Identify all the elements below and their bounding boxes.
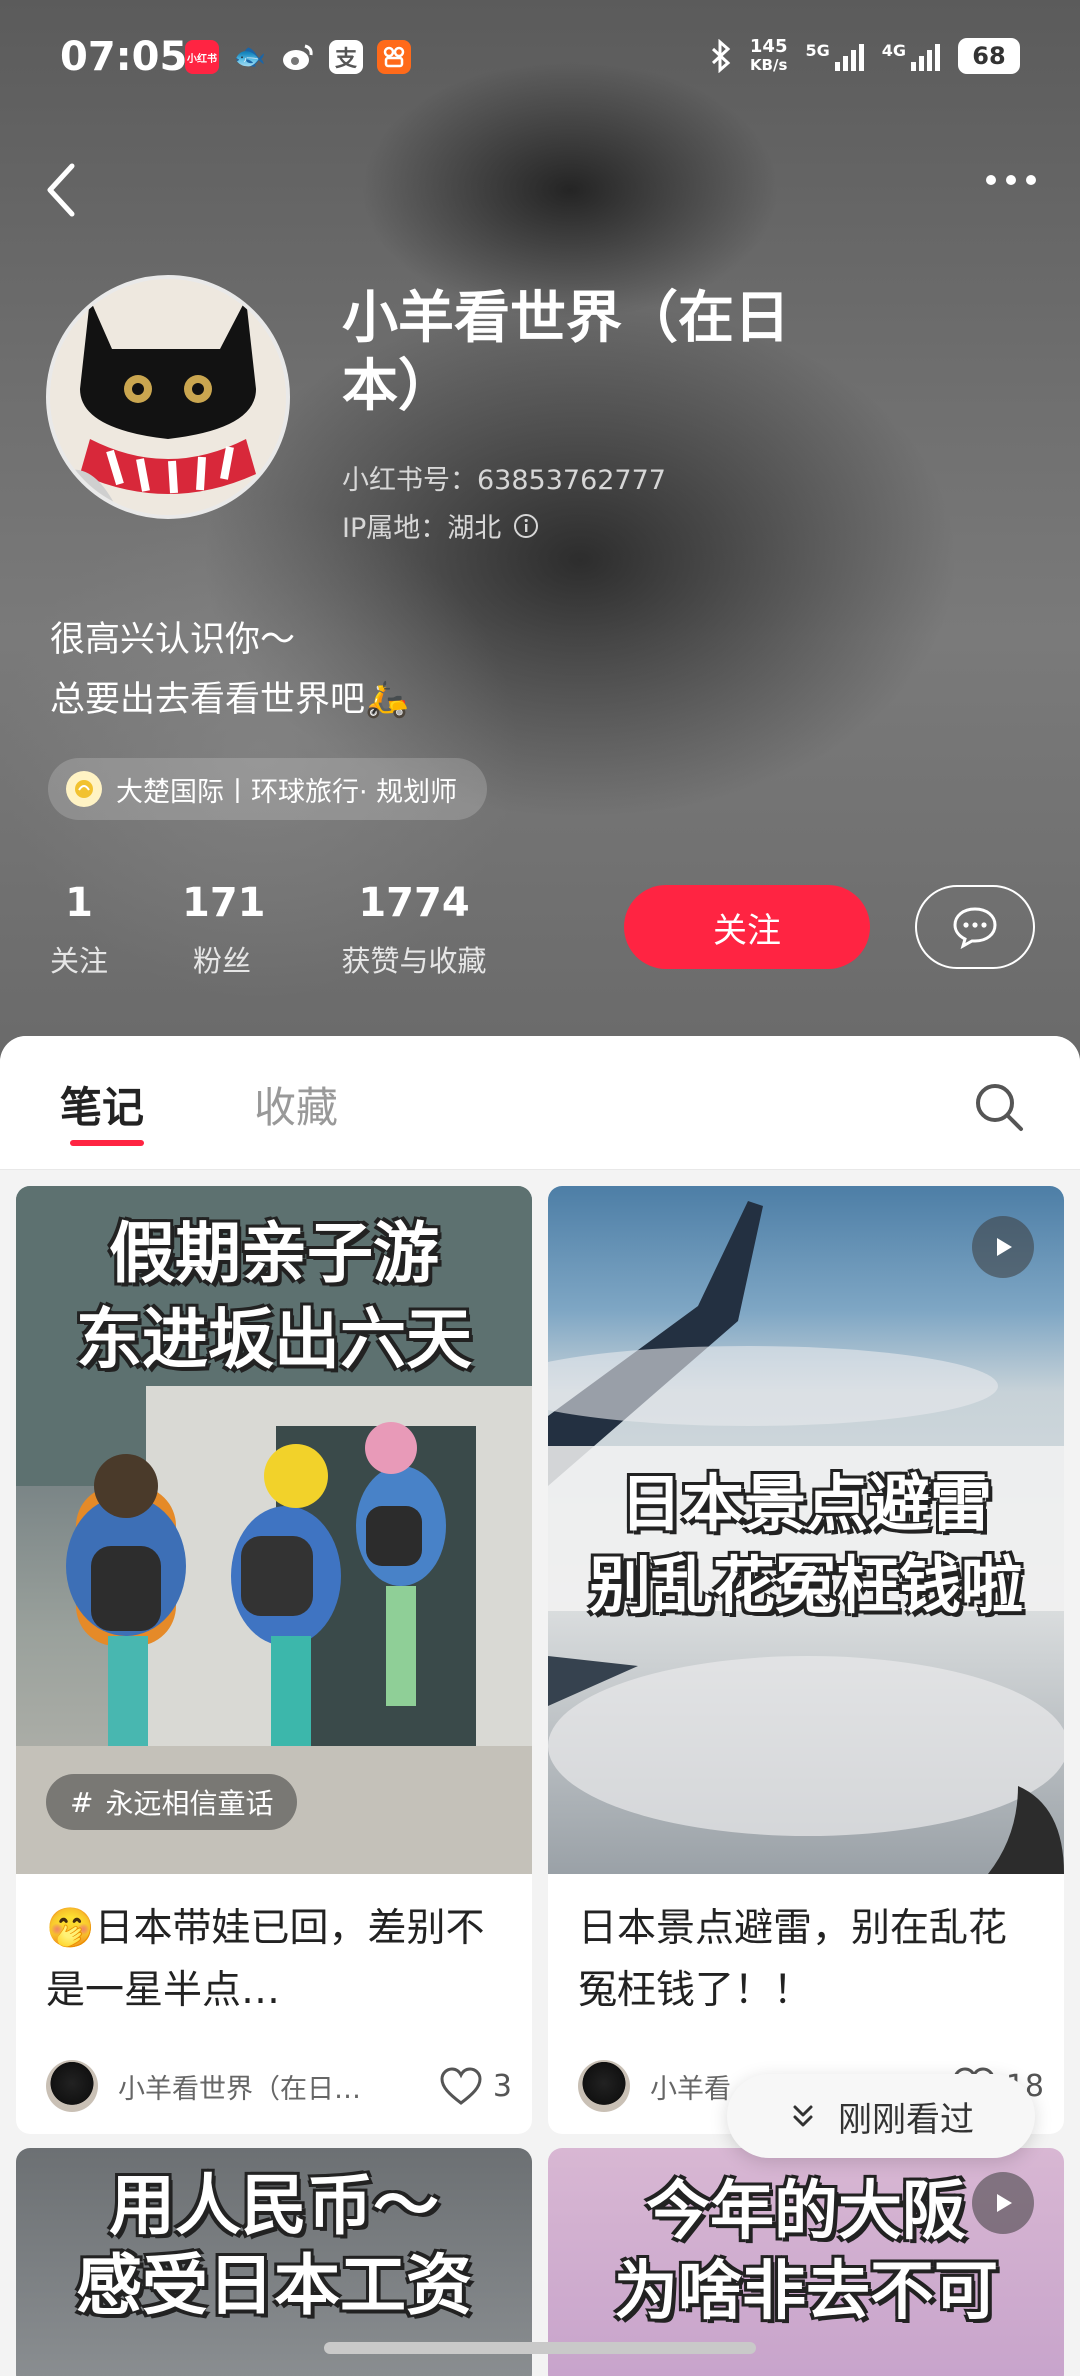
tab-collections[interactable]: 收藏 [254, 1074, 338, 1135]
author-avatar[interactable] [46, 2060, 98, 2112]
more-options-button[interactable] [986, 175, 1036, 185]
following-count: 1 [65, 880, 93, 926]
cover-headline-line: 别乱花冤枉钱啦 [588, 1549, 1023, 1622]
battery-indicator: 68 [958, 38, 1020, 74]
profile-name: 小羊看世界（在日本） [342, 286, 790, 419]
following-label: 关注 [49, 944, 108, 978]
chat-bubble-icon [953, 907, 997, 949]
cover-headline-line: 日本景点避雷 [619, 1467, 992, 1540]
ip-location-text: IP属地：湖北 [342, 513, 502, 544]
profile-tag[interactable]: 大楚国际丨环球旅行· 规划师 [48, 758, 488, 820]
signal-4g-label: 4G [881, 41, 906, 60]
cover-headline-line: 感受日本工资 [76, 2247, 472, 2324]
more-dot-icon [1026, 175, 1036, 185]
chevron-left-icon [47, 163, 75, 217]
stat-likes-collections[interactable]: 1774 获赞与收藏 [326, 880, 502, 980]
cover-headline-line: 为啥非去不可 [614, 2255, 998, 2329]
play-icon [997, 2194, 1012, 2212]
red-id: 小红书号：63853762777 [342, 465, 666, 496]
stat-followers[interactable]: 171 粉丝 [182, 880, 266, 980]
notification-icons: 小红书 🐟 支 [185, 40, 411, 74]
note-hashtag[interactable]: # 永远相信童话 [46, 1774, 298, 1830]
tab-notes[interactable]: 笔记 [60, 1074, 144, 1135]
note-card[interactable]: 假期亲子游 东进坂出六天 # 永远相信童话 🤭日本带娃已回，差别不是一星半点… … [16, 1186, 532, 2134]
follow-button[interactable]: 关注 [624, 885, 870, 969]
profile-tabs: 笔记 收藏 [0, 1036, 1080, 1170]
home-indicator[interactable] [324, 2342, 756, 2354]
more-dot-icon [986, 175, 996, 185]
video-play-button[interactable] [972, 2172, 1034, 2234]
like-button[interactable]: 3 [439, 2066, 512, 2106]
search-icon[interactable] [972, 1080, 1026, 1134]
avatar[interactable] [46, 275, 290, 519]
author-name[interactable]: 小羊看世界（在日… [118, 2067, 429, 2106]
active-tab-indicator [70, 1140, 144, 1146]
author-avatar[interactable] [578, 2060, 630, 2112]
recently-viewed-button[interactable]: 刚刚看过 [727, 2074, 1035, 2158]
cover-headline-line: 用人民币～ [109, 2167, 439, 2244]
status-time: 07:05 [60, 34, 188, 80]
signal-5g-icon: 5G [805, 41, 864, 71]
ip-location: IP属地：湖北 [342, 506, 539, 545]
heart-icon [440, 2067, 482, 2105]
tag-label: 大楚国际丨环球旅行· 规划师 [116, 776, 458, 808]
note-cover-image: 假期亲子游 东进坂出六天 # 永远相信童话 [16, 1186, 532, 1874]
profile-header-background [0, 0, 1080, 1060]
recently-viewed-label: 刚刚看过 [838, 2099, 974, 2140]
xiaohongshu-icon: 小红书 [185, 40, 219, 74]
note-title: 🤭日本带娃已回，差别不是一星半点… [46, 1906, 485, 2013]
status-bar: 07:05 小红书 🐟 支 145 KB/s 5G 4G 68 [0, 0, 1080, 120]
cover-headline-line: 假期亲子游 [109, 1215, 439, 1292]
message-button[interactable] [915, 885, 1035, 969]
alipay-icon: 支 [329, 40, 363, 74]
likes-collections-label: 获赞与收藏 [341, 944, 487, 978]
more-dot-icon [1006, 175, 1016, 185]
play-icon [997, 1238, 1012, 1256]
video-play-button[interactable] [972, 1216, 1034, 1278]
black-cat-avatar-image [50, 279, 286, 515]
status-indicators: 145 KB/s 5G 4G 68 [710, 38, 1020, 74]
note-cover-image: 日本景点避雷 别乱花冤枉钱啦 [548, 1186, 1064, 1874]
followers-label: 粉丝 [192, 944, 251, 978]
cover-headline-line: 东进坂出六天 [76, 1301, 472, 1378]
hashtag-icon: # [70, 1785, 94, 1819]
note-card[interactable]: 日本景点避雷 别乱花冤枉钱啦 日本景点避雷，别在乱花冤枉钱了！！ 小羊看 18 [548, 1186, 1064, 2134]
note-footer: 小羊看世界（在日… 3 [46, 2060, 512, 2112]
note-title: 日本景点避雷，别在乱花冤枉钱了！！ [578, 1906, 1008, 2013]
info-icon[interactable] [513, 513, 539, 539]
fish-icon: 🐟 [233, 42, 267, 72]
double-chevron-down-icon [793, 2105, 813, 2127]
kuaishou-icon [377, 40, 411, 74]
weibo-icon [281, 40, 315, 74]
hashtag-label: 永远相信童话 [105, 1787, 274, 1820]
followers-count: 171 [182, 880, 266, 926]
bio-line: 总要出去看看世界吧🛵 [50, 680, 409, 720]
tag-badge-icon [66, 771, 102, 807]
like-count: 3 [492, 2068, 512, 2104]
signal-5g-label: 5G [805, 41, 830, 60]
profile-bio: 很高兴认识你～ 总要出去看看世界吧🛵 [50, 610, 409, 730]
content-panel: 笔记 收藏 假期亲子游 东进坂出六天 # 永远相信童话 🤭日本带娃已回，差别不是… [0, 1036, 1080, 2376]
network-speed-value: 145 [749, 36, 788, 57]
bluetooth-icon [711, 39, 731, 73]
signal-4g-icon: 4G [882, 41, 940, 71]
network-speed-unit: KB/s [749, 56, 788, 74]
bio-line: 很高兴认识你～ [50, 620, 296, 660]
likes-collections-count: 1774 [358, 880, 470, 926]
stat-following[interactable]: 1 关注 [46, 880, 112, 980]
network-speed: 145 KB/s [749, 36, 788, 75]
back-button[interactable] [42, 160, 92, 230]
